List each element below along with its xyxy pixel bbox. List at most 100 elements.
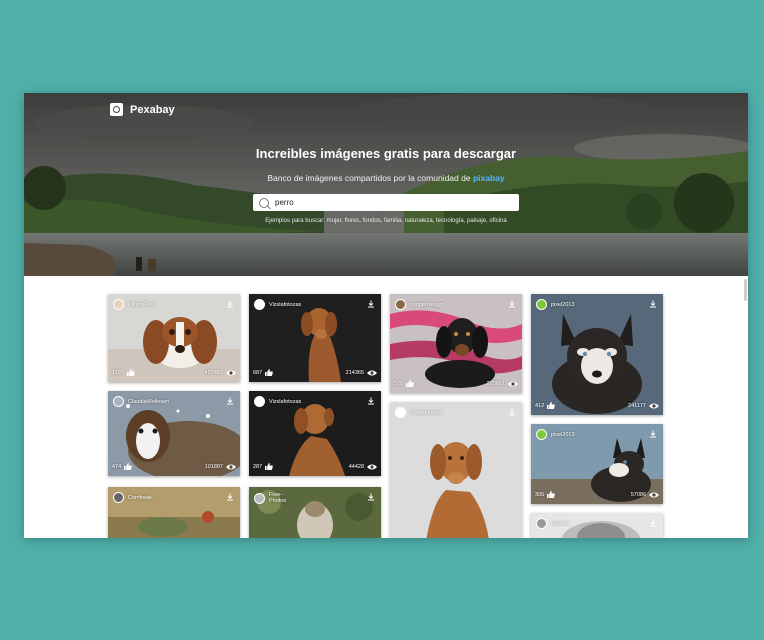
likes[interactable]: 474 — [112, 463, 133, 470]
image-card[interactable]: Gordon — [531, 513, 663, 538]
views-count: 44428 — [348, 463, 364, 470]
hero-subtitle: Banco de imágenes compartidos por la com… — [24, 173, 748, 183]
likes[interactable]: 578 — [394, 380, 415, 387]
avatar — [254, 299, 265, 310]
search-bar[interactable] — [253, 194, 519, 211]
download-icon[interactable] — [508, 300, 516, 308]
eye-icon — [649, 492, 659, 497]
image-card[interactable]: pixel2013 305 57086 — [531, 424, 663, 504]
likes[interactable]: 287 — [253, 463, 274, 470]
download-icon[interactable] — [649, 519, 657, 527]
hero-landscape-image — [24, 93, 748, 276]
likes-count: 305 — [535, 491, 545, 498]
download-icon[interactable] — [226, 300, 234, 308]
card-author[interactable]: Vizslafotozas — [395, 407, 442, 418]
avatar — [395, 407, 406, 418]
avatar — [536, 429, 547, 440]
image-card[interactable]: Vizslafotozas 287 44428 — [249, 391, 381, 476]
image-card[interactable]: ClaudiaWollesen 474 101897 — [108, 391, 240, 476]
image-card[interactable]: Comfreak — [108, 487, 240, 538]
image-card[interactable]: Vizslafotozas — [390, 402, 522, 538]
author-name: Free-Photos — [269, 492, 287, 504]
thumbs-up-icon — [124, 463, 133, 470]
download-icon[interactable] — [367, 493, 375, 501]
avatar — [254, 492, 265, 504]
logo-text: Pexabay — [130, 103, 175, 116]
dog-photo — [390, 402, 522, 538]
avatar — [536, 299, 547, 310]
author-name: PicsbyFran — [128, 301, 156, 308]
card-stats: 412 241177 — [535, 402, 659, 409]
thumbs-up-icon — [547, 402, 556, 409]
card-stats: 305 57086 — [535, 491, 659, 498]
likes[interactable]: 1193 — [112, 369, 135, 376]
image-card[interactable]: PicsbyFran 1193 457467 — [108, 294, 240, 382]
views-count: 101897 — [204, 463, 223, 470]
likes[interactable]: 687 — [253, 369, 274, 376]
avatar — [395, 299, 406, 310]
thumbs-up-icon — [547, 491, 556, 498]
avatar — [536, 518, 547, 529]
download-icon[interactable] — [226, 397, 234, 405]
card-author[interactable]: ClaudiaWollesen — [113, 396, 169, 407]
dog-photo — [531, 294, 663, 415]
search-examples: Ejemplos para buscar: mujer, flores, fon… — [265, 218, 507, 224]
author-name: Vizslafotozas — [269, 301, 302, 308]
views: 457467 — [205, 370, 236, 376]
browser-window: Pexabay Increibles imágenes gratis para … — [24, 93, 748, 538]
likes-count: 1193 — [112, 369, 124, 376]
search-icon[interactable] — [259, 197, 269, 208]
download-icon[interactable] — [649, 430, 657, 438]
image-card[interactable]: Vizslafotozas 687 214365 — [249, 294, 381, 382]
author-name: pixel2013 — [551, 301, 575, 308]
hero-title: Increibles imágenes gratis para descarga… — [255, 146, 517, 161]
author-name: Gordon — [551, 520, 570, 527]
download-icon[interactable] — [508, 408, 516, 416]
eye-icon — [226, 370, 236, 375]
likes-count: 412 — [535, 402, 545, 409]
download-icon[interactable] — [367, 397, 375, 405]
card-author[interactable]: pixel2013 — [536, 299, 575, 310]
download-icon[interactable] — [226, 493, 234, 501]
views-count: 220661 — [486, 380, 505, 387]
search-input[interactable] — [275, 198, 505, 207]
views-count: 57086 — [630, 491, 646, 498]
card-author[interactable]: Gordon — [536, 518, 569, 529]
hero-banner: Pexabay Increibles imágenes gratis para … — [24, 93, 748, 276]
card-stats: 287 44428 — [253, 463, 377, 470]
pixabay-link[interactable]: pixabay — [473, 173, 505, 183]
card-author[interactable]: congerdesign — [395, 299, 443, 310]
scrollbar[interactable] — [744, 279, 747, 301]
image-card[interactable]: congerdesign 578 220661 — [390, 294, 522, 393]
card-author[interactable]: pixel2013 — [536, 429, 575, 440]
card-author[interactable]: Free-Photos — [254, 492, 293, 504]
card-stats: 687 214365 — [253, 369, 377, 376]
likes-count: 578 — [394, 380, 404, 387]
download-icon[interactable] — [649, 300, 657, 308]
author-name: ClaudiaWollesen — [128, 398, 170, 405]
card-author[interactable]: PicsbyFran — [113, 299, 156, 310]
card-author[interactable]: Vizslafotozas — [254, 299, 301, 310]
image-card[interactable]: Free-Photos — [249, 487, 381, 538]
card-stats: 474 101897 — [112, 463, 236, 470]
author-name: Vizslafotozas — [269, 398, 302, 405]
card-author[interactable]: Comfreak — [113, 492, 152, 503]
site-logo[interactable]: Pexabay — [110, 103, 175, 116]
likes-count: 474 — [112, 463, 122, 470]
image-card[interactable]: pixel2013 412 241177 — [531, 294, 663, 415]
hero-subtitle-text: Banco de imágenes compartidos por la com… — [267, 173, 471, 183]
likes[interactable]: 305 — [535, 491, 556, 498]
author-name: Vizslafotozas — [410, 409, 443, 416]
likes-count: 287 — [253, 463, 263, 470]
views-count: 214365 — [345, 369, 364, 376]
eye-icon — [367, 370, 377, 375]
likes[interactable]: 412 — [535, 402, 556, 409]
card-author[interactable]: Vizslafotozas — [254, 396, 301, 407]
camera-icon — [110, 103, 123, 116]
card-stats: 578 220661 — [394, 380, 518, 387]
views: 101897 — [205, 464, 236, 470]
avatar — [113, 396, 124, 407]
download-icon[interactable] — [367, 300, 375, 308]
eye-icon — [226, 464, 236, 469]
views: 241177 — [628, 403, 659, 409]
